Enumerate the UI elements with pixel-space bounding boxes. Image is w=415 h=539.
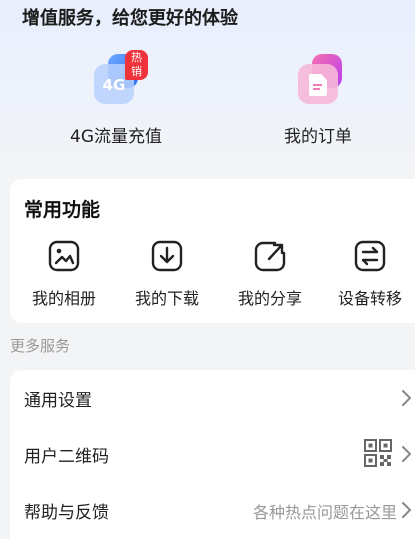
service-label: 我的订单: [284, 127, 352, 147]
func-label: 我的分享: [237, 289, 302, 308]
common-functions-title: 常用功能: [24, 199, 101, 221]
photo-album-icon: [47, 239, 81, 273]
func-my-shares[interactable]: 我的分享: [218, 239, 322, 309]
row-hint: 各种热点问题在这里: [252, 503, 397, 522]
order-document-icon: [290, 52, 346, 108]
row-label: 帮助与反馈: [24, 503, 109, 523]
service-label: 4G流量充值: [70, 127, 162, 147]
device-transfer-icon: [353, 239, 387, 273]
row-general-settings[interactable]: 通用设置: [10, 370, 415, 427]
row-label: 通用设置: [24, 391, 92, 411]
chevron-right-icon: [402, 446, 411, 462]
row-label: 用户二维码: [24, 447, 109, 467]
more-services-title: 更多服务: [10, 337, 71, 355]
share-icon: [253, 239, 287, 273]
download-icon: [150, 239, 184, 273]
func-device-transfer[interactable]: 设备转移: [318, 239, 415, 309]
chevron-right-icon: [402, 502, 411, 518]
value-added-services-panel: 增值服务，给您更好的体验 4G 热销 4G流量充值 我的订单: [0, 0, 415, 178]
svg-text:4G: 4G: [103, 76, 126, 94]
service-4g-data-recharge[interactable]: 4G 热销 4G流量充值: [36, 50, 196, 147]
chevron-right-icon: [402, 390, 411, 406]
func-label: 我的相册: [31, 289, 96, 308]
hot-sale-badge: 热销: [125, 50, 148, 80]
func-my-downloads[interactable]: 我的下载: [115, 239, 219, 309]
more-services-list: 通用设置 用户二维码 帮助与反馈 各种热点问题在这里: [10, 370, 415, 539]
common-functions-card: 常用功能 我的相册 我的下载 我的分享 设备转移: [10, 179, 415, 323]
qr-code-icon: [364, 439, 392, 467]
service-my-orders[interactable]: 我的订单: [238, 52, 398, 147]
4g-data-icon: 4G 热销: [88, 50, 148, 108]
func-label: 设备转移: [337, 289, 402, 308]
row-help-feedback[interactable]: 帮助与反馈 各种热点问题在这里: [10, 482, 415, 539]
func-label: 我的下载: [134, 289, 199, 308]
section-header-title: 增值服务，给您更好的体验: [22, 8, 238, 29]
func-my-album[interactable]: 我的相册: [12, 239, 116, 309]
row-user-qr-code[interactable]: 用户二维码: [10, 426, 415, 483]
